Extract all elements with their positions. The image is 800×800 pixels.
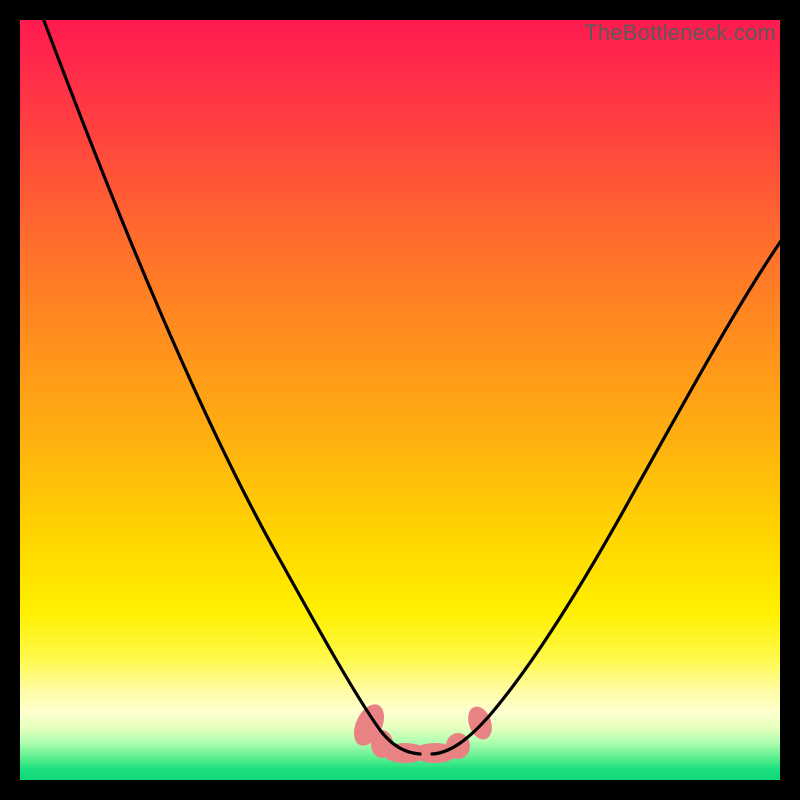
left-curve xyxy=(40,10,420,754)
attribution-text: TheBottleneck.com xyxy=(584,20,776,46)
chart-svg xyxy=(20,20,780,780)
right-curve xyxy=(432,235,785,754)
chart-frame: TheBottleneck.com xyxy=(20,20,780,780)
